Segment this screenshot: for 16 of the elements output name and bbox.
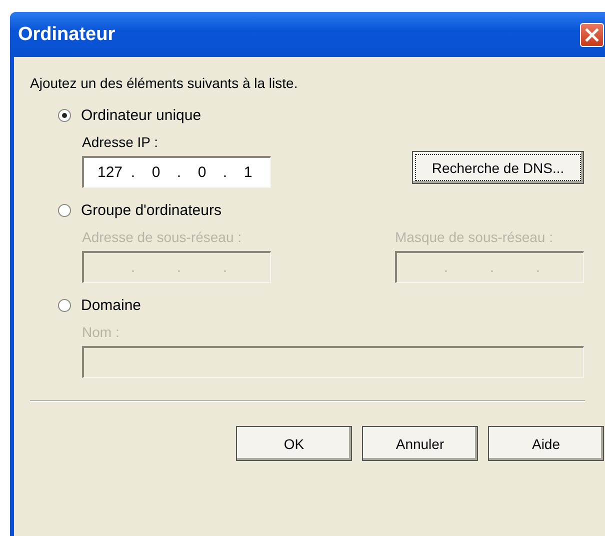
help-button[interactable]: Aide [488, 426, 604, 461]
ok-button[interactable]: OK [236, 426, 352, 461]
field-label: Adresse IP : [82, 134, 160, 150]
close-button[interactable] [580, 22, 604, 46]
ip-address-field[interactable]: 127 . 0 . 0 . 1 [82, 156, 271, 188]
radio-label[interactable]: Groupe d'ordinateurs [81, 202, 222, 219]
radio-button[interactable] [58, 299, 71, 312]
dns-lookup-button[interactable]: Recherche de DNS... [412, 151, 584, 184]
radio-button[interactable] [58, 109, 71, 122]
radio-label[interactable]: Domaine [81, 297, 142, 314]
instruction-text: Ajoutez un des éléments suivants à la liste. [30, 75, 299, 91]
close-icon [585, 28, 599, 42]
radio-label[interactable]: Ordinateur unique [81, 107, 202, 124]
radio-button[interactable] [58, 204, 71, 217]
window-title: Ordinateur [18, 24, 116, 46]
cancel-button[interactable]: Annuler [362, 426, 478, 461]
